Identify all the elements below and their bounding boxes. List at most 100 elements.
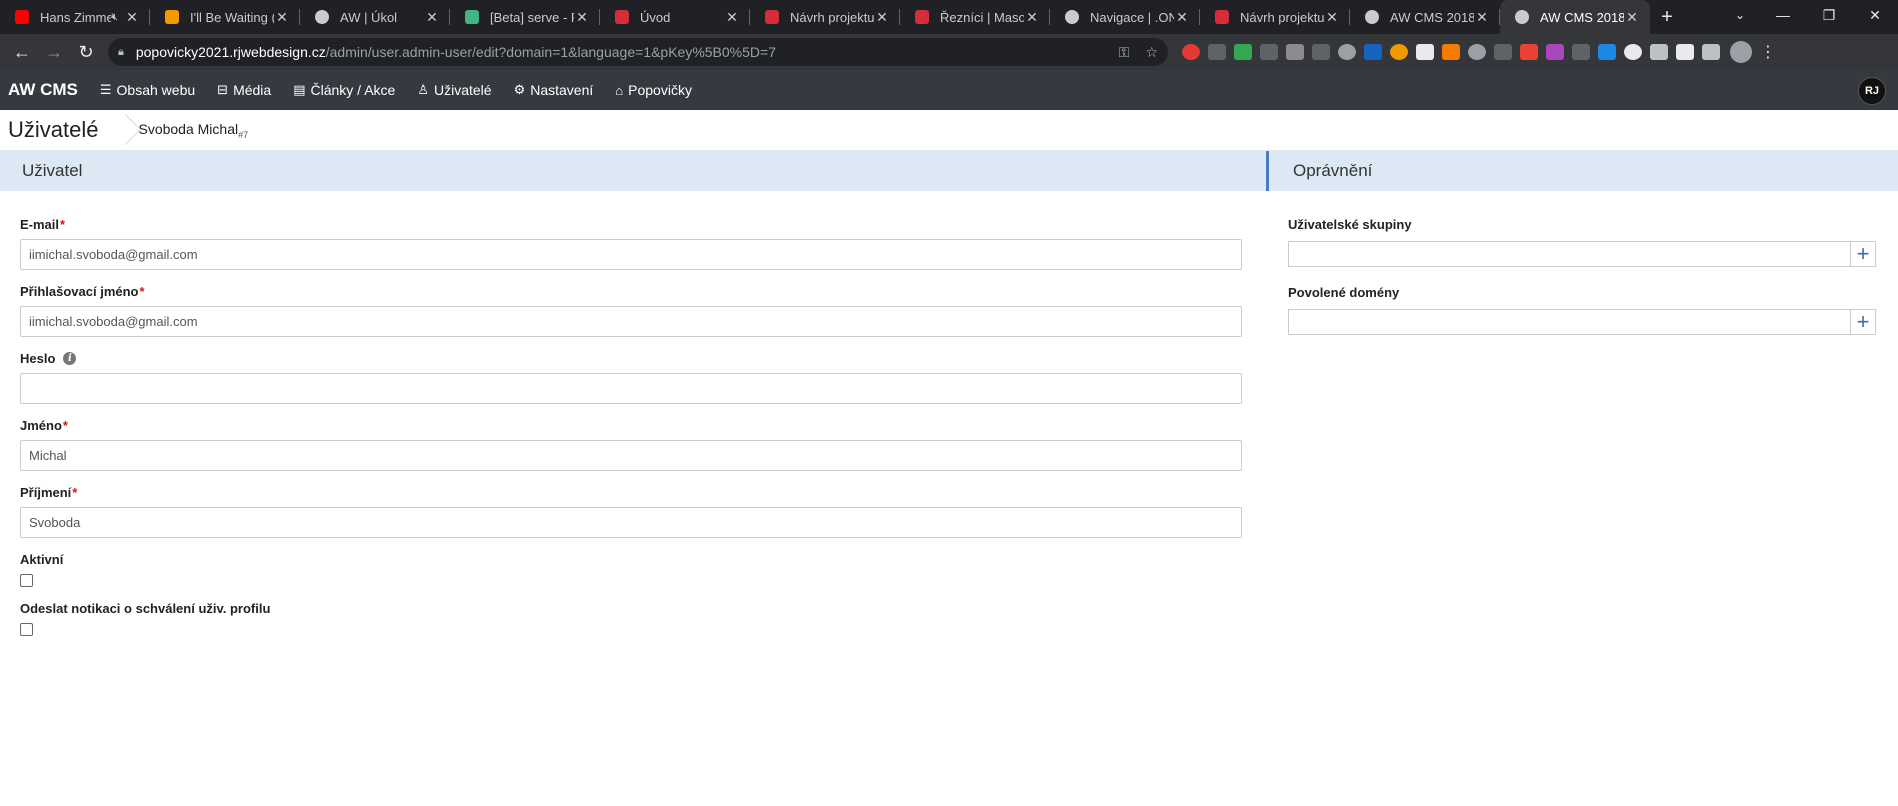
allowed-domains-input[interactable] [1288, 309, 1850, 335]
globe-icon [1514, 9, 1530, 25]
site-icon [764, 9, 780, 25]
active-checkbox[interactable] [20, 574, 33, 587]
breadcrumb-separator [114, 110, 128, 151]
extension-icon[interactable] [1390, 44, 1408, 60]
nav-item[interactable]: ⚙ Nastavení [514, 82, 594, 98]
browser-tab[interactable]: Navigace | .ONE✕ [1050, 0, 1200, 34]
firstname-label: Jméno * [20, 418, 1246, 433]
add-user-group-button[interactable]: + [1850, 241, 1876, 267]
extension-icon[interactable] [1468, 44, 1486, 60]
password-input[interactable] [20, 373, 1242, 404]
nav-item[interactable]: ☰ Obsah webu [100, 82, 195, 98]
extension-icon[interactable] [1624, 44, 1642, 60]
nav-item[interactable]: ⌂ Popovičky [615, 82, 692, 98]
tab-list: Hans Zimmer🔇︎✕I'll Be Waiting (C✕AW | Úk… [0, 0, 1650, 34]
profile-avatar[interactable] [1730, 41, 1752, 63]
lastname-input[interactable]: Svoboda [20, 507, 1242, 538]
browser-tab[interactable]: Hans Zimmer 🔇︎ ✕ [0, 0, 150, 34]
extension-icon[interactable] [1598, 44, 1616, 60]
minimize-icon[interactable]: — [1760, 0, 1806, 30]
extension-icon[interactable] [1182, 44, 1200, 60]
browser-tab[interactable]: Úvod ✕ [600, 0, 750, 34]
restore-icon[interactable]: ❐ [1806, 0, 1852, 30]
extension-icon[interactable] [1312, 44, 1330, 60]
page-title[interactable]: Uživatelé [0, 117, 114, 143]
back-icon[interactable]: ← [6, 36, 38, 68]
globe-icon [1064, 9, 1080, 25]
browser-menu-icon[interactable]: ⋮ [1760, 42, 1776, 62]
close-tab-icon[interactable]: ✕ [1324, 9, 1340, 26]
login-input[interactable]: iimichal.svoboda@gmail.com [20, 306, 1242, 337]
active-label: Aktivní [20, 552, 64, 567]
extension-icon[interactable] [1572, 44, 1590, 60]
browser-tab[interactable]: Návrh projektu ✕ [750, 0, 900, 34]
close-tab-icon[interactable]: ✕ [874, 9, 890, 26]
browser-tab[interactable]: Návrh projektu ✕ [1200, 0, 1350, 34]
browser-tab[interactable]: I'll Be Waiting (C✕ [150, 0, 300, 34]
extension-icon[interactable] [1260, 44, 1278, 60]
extension-icon[interactable] [1650, 44, 1668, 60]
browser-tab[interactable]: AW CMS 2018 ✕ [1350, 0, 1500, 34]
extension-icon[interactable] [1208, 44, 1226, 60]
tab-search-icon[interactable]: ⌄ [1722, 0, 1758, 30]
browser-toolbar: ← → ↻ 🔒︎ popovicky2021.rjwebdesign.cz/ad… [0, 34, 1898, 70]
reading-list-icon[interactable] [1702, 44, 1720, 60]
user-avatar[interactable]: RJ [1858, 77, 1886, 105]
close-window-icon[interactable]: ✕ [1852, 0, 1898, 30]
nav-item-label: Média [233, 82, 272, 98]
password-field-group: Heslo i [20, 351, 1246, 404]
info-icon[interactable]: i [63, 352, 77, 365]
extension-icon[interactable] [1442, 44, 1460, 60]
key-icon[interactable]: ⚿ [1119, 44, 1130, 61]
extension-icon[interactable] [1338, 44, 1356, 60]
user-groups-input[interactable] [1288, 241, 1850, 267]
mute-icon[interactable]: 🔇︎ [111, 11, 118, 24]
browser-tab[interactable]: AW | Úkol ✕ [300, 0, 450, 34]
browser-tab[interactable]: [Beta] serve - Pr✕ [450, 0, 600, 34]
close-tab-icon[interactable]: ✕ [1174, 9, 1190, 26]
close-tab-icon[interactable]: ✕ [724, 9, 740, 26]
permissions-form: Uživatelské skupiny + Povolené domény + [1266, 191, 1898, 335]
bookmark-star-icon[interactable]: ☆ [1145, 44, 1158, 61]
email-input[interactable]: iimichal.svoboda@gmail.com [20, 239, 1242, 270]
firstname-input[interactable]: Michal [20, 440, 1242, 471]
url-path: /admin/user.admin-user/edit?domain=1&lan… [325, 44, 776, 60]
notify-checkbox[interactable] [20, 623, 33, 636]
media-icon: ⊟ [217, 82, 229, 97]
extension-icon[interactable] [1286, 44, 1304, 60]
nav-item[interactable]: ⊟ Média [217, 82, 271, 98]
extensions-bar: ⋮ [1178, 41, 1776, 63]
close-tab-icon[interactable]: ✕ [274, 9, 290, 26]
brand-logo[interactable]: AW CMS [8, 80, 78, 100]
new-tab-button[interactable]: + [1650, 0, 1684, 34]
nav-item-label: Obsah webu [116, 82, 196, 98]
extension-icon[interactable] [1546, 44, 1564, 60]
extension-icon[interactable] [1416, 44, 1434, 60]
nav-item[interactable]: ♙ Uživatelé [417, 82, 491, 98]
notify-field-group: Odeslat notikaci o schválení uživ. profi… [20, 601, 1246, 636]
site-icon [614, 9, 630, 25]
puzzle-icon[interactable] [1676, 44, 1694, 60]
reload-icon[interactable]: ↻ [70, 36, 102, 68]
extension-icon[interactable] [1494, 44, 1512, 60]
vue-icon [464, 9, 480, 25]
close-tab-icon[interactable]: ✕ [1024, 9, 1040, 26]
extension-icon[interactable] [1364, 44, 1382, 60]
firstname-label-text: Jméno [20, 418, 62, 433]
browser-tab[interactable]: Řezníci | Maso-p✕ [900, 0, 1050, 34]
close-tab-icon[interactable]: ✕ [1624, 9, 1640, 26]
close-tab-icon[interactable]: ✕ [1474, 9, 1490, 26]
forward-icon[interactable]: → [38, 36, 70, 68]
browser-tab[interactable]: AW CMS 2018 ✕ [1500, 0, 1650, 34]
close-tab-icon[interactable]: ✕ [124, 9, 140, 26]
extension-icon[interactable] [1520, 44, 1538, 60]
browser-tab-title: Úvod [640, 9, 671, 25]
nav-item[interactable]: ▤ Články / Akce [293, 82, 395, 98]
close-tab-icon[interactable]: ✕ [424, 9, 440, 26]
site-icon [1214, 9, 1230, 25]
user-form: E-mail * iimichal.svoboda@gmail.com Přihl… [0, 191, 1266, 636]
close-tab-icon[interactable]: ✕ [574, 9, 590, 26]
extension-icon[interactable] [1234, 44, 1252, 60]
add-domain-button[interactable]: + [1850, 309, 1876, 335]
address-bar[interactable]: 🔒︎ popovicky2021.rjwebdesign.cz/admin/us… [108, 38, 1168, 66]
